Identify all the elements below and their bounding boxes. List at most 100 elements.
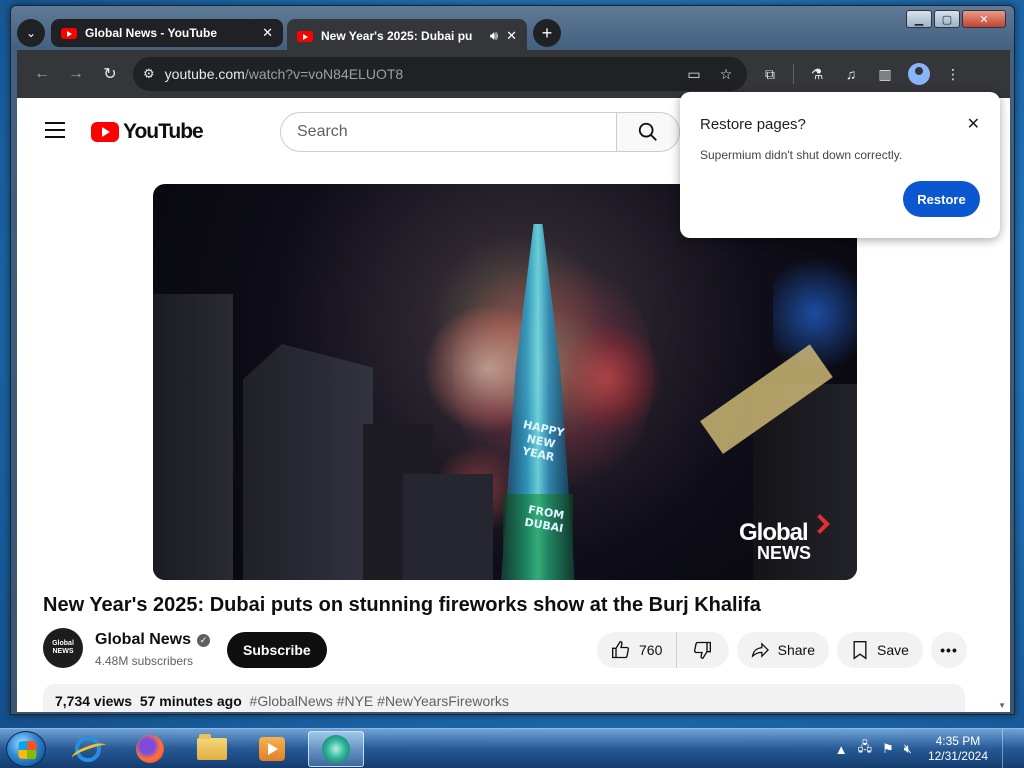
subscribe-button[interactable]: Subscribe <box>227 632 327 668</box>
restore-message: Supermium didn't shut down correctly. <box>700 148 903 162</box>
tab-strip: ⌄ Global News - YouTube ✕ New Year's 202… <box>17 16 894 53</box>
volume-muted-icon[interactable]: 🔇︎ <box>904 741 912 757</box>
thumbs-up-icon <box>612 640 630 659</box>
description-box[interactable]: 7,734 views 57 minutes ago #GlobalNews #… <box>43 684 965 712</box>
tab-global-news[interactable]: Global News - YouTube ✕ <box>51 19 283 47</box>
file-explorer-icon <box>197 734 227 760</box>
more-actions-button[interactable]: ••• <box>931 632 967 668</box>
subscriber-count: 4.48M subscribers <box>95 654 194 668</box>
window-controls: ▁ ▢ ✕ <box>906 10 1006 28</box>
taskbar: ▲ 🖧︎ ⚑ 🔇︎ 4:35 PM 12/31/2024 <box>0 728 1024 768</box>
save-bookmark-icon <box>853 641 867 660</box>
media-controls-icon[interactable]: ♫ <box>834 57 868 91</box>
tab-new-years-video[interactable]: New Year's 2025: Dubai pu 🔊︎ ✕ <box>287 19 527 53</box>
url-text[interactable]: youtube.com/watch?v=voN84ELUOT8 <box>165 66 673 82</box>
url-host: youtube.com <box>164 66 245 82</box>
extensions-icon[interactable]: ⧉ <box>753 57 787 91</box>
menu-icon[interactable]: ⋮ <box>936 57 970 91</box>
search-input[interactable] <box>280 112 616 152</box>
address-bar[interactable]: ⚙ youtube.com/watch?v=voN84ELUOT8 ▭ ☆ <box>133 57 747 91</box>
close-window-button[interactable]: ✕ <box>962 10 1006 28</box>
youtube-favicon-icon <box>61 27 77 39</box>
youtube-logo-icon <box>91 122 119 142</box>
minimize-button[interactable]: ▁ <box>906 10 932 28</box>
thumbs-down-icon <box>694 641 712 660</box>
maximize-button[interactable]: ▢ <box>934 10 960 28</box>
save-button[interactable]: Save <box>837 632 923 668</box>
taskbar-firefox[interactable] <box>122 731 178 767</box>
youtube-logo-text: YouTube <box>123 120 204 143</box>
tab-title: Global News - YouTube <box>85 26 218 40</box>
taskbar-internet-explorer[interactable] <box>60 731 116 767</box>
share-icon <box>751 642 769 659</box>
url-path: /watch?v=voN84ELUOT8 <box>244 66 404 82</box>
channel-name-text: Global News <box>95 631 192 648</box>
close-tab-icon[interactable]: ✕ <box>506 28 517 44</box>
share-label: Share <box>777 642 815 658</box>
reload-icon[interactable]: ↻ <box>93 57 127 91</box>
show-desktop-button[interactable] <box>1002 729 1016 768</box>
skyscraper <box>403 474 493 580</box>
taskbar-supermium[interactable] <box>308 731 364 767</box>
close-tab-icon[interactable]: ✕ <box>262 25 273 41</box>
like-button[interactable]: 760 <box>597 632 678 668</box>
clock[interactable]: 4:35 PM 12/31/2024 <box>928 734 988 764</box>
verified-badge-icon: ✓ <box>197 633 211 647</box>
show-hidden-icons-icon[interactable]: ▲ <box>835 742 848 757</box>
like-count: 760 <box>639 642 663 658</box>
toolbar-separator <box>793 64 794 84</box>
save-label: Save <box>877 642 909 658</box>
taskbar-media-player[interactable] <box>244 731 300 767</box>
clock-date: 12/31/2024 <box>927 749 988 763</box>
firefox-icon <box>136 735 164 763</box>
restore-pages-dialog: Restore pages? ✕ Supermium didn't shut d… <box>680 92 1000 238</box>
browser-toolbar: ← → ↻ ⚙ youtube.com/watch?v=voN84ELUOT8 … <box>17 50 1010 98</box>
tab-title: New Year's 2025: Dubai pu <box>321 29 473 43</box>
close-dialog-icon[interactable]: ✕ <box>967 114 980 134</box>
site-info-icon[interactable]: ⚙ <box>143 66 155 82</box>
restore-button[interactable]: Restore <box>903 181 980 217</box>
system-tray: ▲ 🖧︎ ⚑ 🔇︎ 4:35 PM 12/31/2024 <box>835 729 1016 768</box>
share-button[interactable]: Share <box>737 632 829 668</box>
channel-name[interactable]: Global News ✓ <box>95 631 211 649</box>
channel-avatar[interactable]: Global NEWS <box>43 628 83 668</box>
view-count: 7,734 views <box>55 693 133 709</box>
labs-icon[interactable]: ⚗ <box>800 57 834 91</box>
internet-explorer-icon <box>75 736 101 762</box>
bookmark-star-icon[interactable]: ☆ <box>715 66 737 83</box>
like-dislike-group: 760 <box>597 632 729 668</box>
new-tab-button[interactable]: + <box>533 19 561 47</box>
supermium-icon <box>322 735 350 763</box>
video-title: New Year's 2025: Dubai puts on stunning … <box>43 594 761 616</box>
audio-playing-icon[interactable]: 🔊︎ <box>490 28 498 44</box>
network-icon[interactable]: 🖧︎ <box>858 738 873 760</box>
youtube-logo[interactable]: YouTube <box>91 120 204 144</box>
hashtags[interactable]: #GlobalNews #NYE #NewYearsFireworks <box>250 693 509 709</box>
firework-burst <box>553 324 663 434</box>
forward-icon[interactable]: → <box>59 57 93 91</box>
cast-icon[interactable]: ▭ <box>683 66 705 83</box>
channel-row: Global NEWS Global News ✓ 4.48M subscrib… <box>43 628 973 670</box>
hamburger-menu-icon[interactable] <box>45 122 65 138</box>
media-player-icon <box>259 737 285 761</box>
taskbar-file-explorer[interactable] <box>184 731 240 767</box>
restore-title: Restore pages? <box>700 116 806 133</box>
action-center-flag-icon[interactable]: ⚑ <box>882 741 894 757</box>
clock-time: 4:35 PM <box>935 734 981 748</box>
search-box <box>280 112 680 152</box>
search-icon <box>638 122 657 141</box>
side-panel-icon[interactable]: ▥ <box>868 57 902 91</box>
video-player[interactable]: HAPPY NEW YEAR FROM DUBAI Global NEWS <box>153 184 857 580</box>
skyscraper <box>243 344 373 580</box>
youtube-favicon-icon <box>297 30 313 42</box>
search-button[interactable] <box>616 112 680 152</box>
watermark-news: NEWS <box>757 543 811 563</box>
start-button[interactable] <box>6 731 46 767</box>
upload-time: 57 minutes ago <box>139 693 242 709</box>
back-icon[interactable]: ← <box>25 57 59 91</box>
dislike-button[interactable] <box>677 632 727 668</box>
scroll-down-arrow-icon[interactable]: ▼ <box>998 701 1006 710</box>
tab-list-icon[interactable]: ⌄ <box>17 19 45 47</box>
skyscraper <box>153 294 233 580</box>
profile-icon[interactable] <box>908 63 930 85</box>
